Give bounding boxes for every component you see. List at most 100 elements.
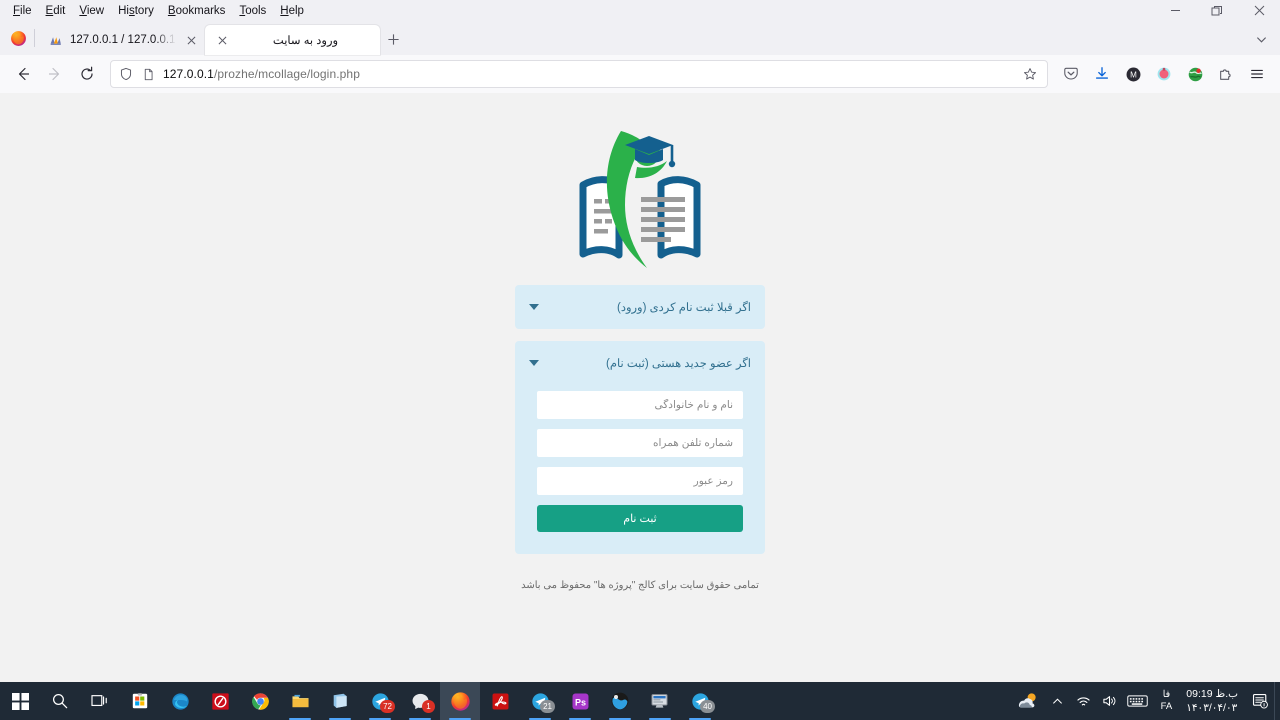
auth-accordion: اگر قبلا ثبت نام کردی (ورود) اگر عضو جدی… [515,285,765,566]
menu-item-tools[interactable]: Tools [232,3,273,19]
extension-globe-icon[interactable] [1180,59,1210,89]
login-page: اگر قبلا ثبت نام کردی (ورود) اگر عضو جدی… [0,93,1280,682]
weather-icon[interactable] [1011,682,1045,720]
notepad-app-button[interactable] [320,682,360,720]
messenger-app-button[interactable]: 1 [400,682,440,720]
navigation-toolbar: 127.0.0.1/prozhe/mcollage/login.php M [0,55,1280,93]
tab-separator [34,29,35,47]
badge-count: 21 [540,700,555,713]
svg-text:M: M [1130,70,1137,79]
menu-item-file[interactable]: File [6,3,39,19]
url-domain: 127.0.0.1 [163,67,214,81]
badge-count: 40 [700,700,715,713]
close-icon[interactable] [1238,0,1280,21]
google-chrome-button[interactable] [240,682,280,720]
menu-item-view[interactable]: View [72,3,111,19]
url-text[interactable]: 127.0.0.1/prozhe/mcollage/login.php [163,67,1013,81]
back-arrow-icon[interactable] [8,59,38,89]
forward-arrow-icon [40,59,70,89]
file-explorer-button[interactable] [280,682,320,720]
accordion-title-register: اگر عضو جدید هستی (ثبت نام) [606,358,751,370]
browser-app-button[interactable] [600,682,640,720]
adobe-acrobat-button[interactable] [480,682,520,720]
firefox-window: File Edit View History Bookmarks Tools H… [0,0,1280,682]
register-submit-button[interactable]: ثبت نام [537,505,743,532]
new-tab-button[interactable] [380,26,406,52]
telegram-button-1[interactable]: 72 [360,682,400,720]
search-button[interactable] [40,682,80,720]
microsoft-edge-button[interactable] [160,682,200,720]
url-path: /prozhe/mcollage/login.php [213,67,360,81]
browser-tab-phpmyadmin[interactable]: 127.0.0.1 / 127.0.0.1 / mcollage [39,25,205,55]
mobile-input[interactable] [537,429,743,457]
start-button[interactable] [0,682,40,720]
wifi-icon[interactable] [1071,682,1097,720]
page-viewport: اگر قبلا ثبت نام کردی (ورود) اگر عضو جدی… [0,93,1280,682]
extension-pink-icon[interactable] [1149,59,1179,89]
accordion-panel-login: اگر قبلا ثبت نام کردی (ورود) [515,285,765,329]
telegram-button-2[interactable]: 21 [520,682,560,720]
show-desktop-button[interactable] [1274,682,1280,720]
keyboard-icon[interactable] [1123,682,1153,720]
red-app-button[interactable] [200,682,240,720]
college-graduate-book-logo-icon [579,131,701,268]
task-view-button[interactable] [80,682,120,720]
clock[interactable]: ب.ظ 09:19 ۱۴۰۳/۰۴/۰۳ [1180,682,1246,720]
windows-taskbar: 72 1 21 Ps 40 فا FA ب.ظ 09:19 ۱۴۰۳/۰۴/۰۳ [0,682,1280,720]
tab-strip: 127.0.0.1 / 127.0.0.1 / mcollage ورود به… [0,21,1280,55]
language-code: FA [1160,701,1173,712]
close-icon[interactable] [183,32,199,48]
star-icon[interactable] [1019,63,1041,85]
menu-item-edit[interactable]: Edit [39,3,73,19]
notification-icon[interactable] [1246,682,1274,720]
remote-desktop-button[interactable] [640,682,680,720]
site-logo [575,123,705,273]
tab-title: ورود به سایت [272,35,339,47]
pocket-icon[interactable] [1056,59,1086,89]
menu-item-bookmarks[interactable]: Bookmarks [161,3,233,19]
register-form: ثبت نام [515,385,765,554]
close-icon[interactable] [214,32,230,48]
firefox-logo-icon [4,23,32,53]
window-controls [1154,0,1280,21]
system-tray: فا FA ب.ظ 09:19 ۱۴۰۳/۰۴/۰۳ [1011,682,1280,720]
app-menu-icon[interactable] [1242,59,1272,89]
tab-title: 127.0.0.1 / 127.0.0.1 / mcollage [70,34,176,46]
chevron-up-icon[interactable] [1045,682,1071,720]
speaker-icon[interactable] [1097,682,1123,720]
language-indicator[interactable]: فا FA [1153,682,1181,720]
taskbar-items: 72 1 21 Ps 40 [0,682,720,720]
menu-bar: File Edit View History Bookmarks Tools H… [0,0,1280,21]
extension-m-icon[interactable]: M [1118,59,1148,89]
accordion-panel-register: اگر عضو جدید هستی (ثبت نام) ثبت نام [515,341,765,554]
footer-copyright: تمامی حقوق سایت برای کالج "پروژه ها" محف… [521,580,759,591]
clock-time: ب.ظ 09:19 [1186,688,1238,700]
fullname-input[interactable] [537,391,743,419]
language-native: فا [1162,689,1171,700]
telegram-button-3[interactable]: 40 [680,682,720,720]
accordion-header-login[interactable]: اگر قبلا ثبت نام کردی (ورود) [515,285,765,329]
badge-count: 1 [422,700,435,713]
photoshop-button[interactable]: Ps [560,682,600,720]
page-icon [140,66,157,83]
list-all-tabs-icon[interactable] [1250,28,1272,50]
microsoft-store-button[interactable] [120,682,160,720]
chevron-down-icon[interactable] [529,304,539,310]
chevron-down-icon[interactable] [529,360,539,366]
address-bar[interactable]: 127.0.0.1/prozhe/mcollage/login.php [110,60,1048,88]
password-input[interactable] [537,467,743,495]
menu-item-history[interactable]: History [111,3,161,19]
shield-icon[interactable] [117,66,134,83]
mozilla-firefox-button[interactable] [440,682,480,720]
extensions-puzzle-icon[interactable] [1211,59,1241,89]
browser-tab-login[interactable]: ورود به سایت [205,25,380,55]
toolbar-extensions: M [1056,59,1272,89]
minimize-icon[interactable] [1154,0,1196,21]
menu-item-help[interactable]: Help [273,3,311,19]
downloads-icon[interactable] [1087,59,1117,89]
accordion-header-register[interactable]: اگر عضو جدید هستی (ثبت نام) [515,341,765,385]
accordion-title-login: اگر قبلا ثبت نام کردی (ورود) [617,302,751,314]
badge-count: 72 [380,700,395,713]
reload-icon[interactable] [72,59,102,89]
restore-icon[interactable] [1196,0,1238,21]
